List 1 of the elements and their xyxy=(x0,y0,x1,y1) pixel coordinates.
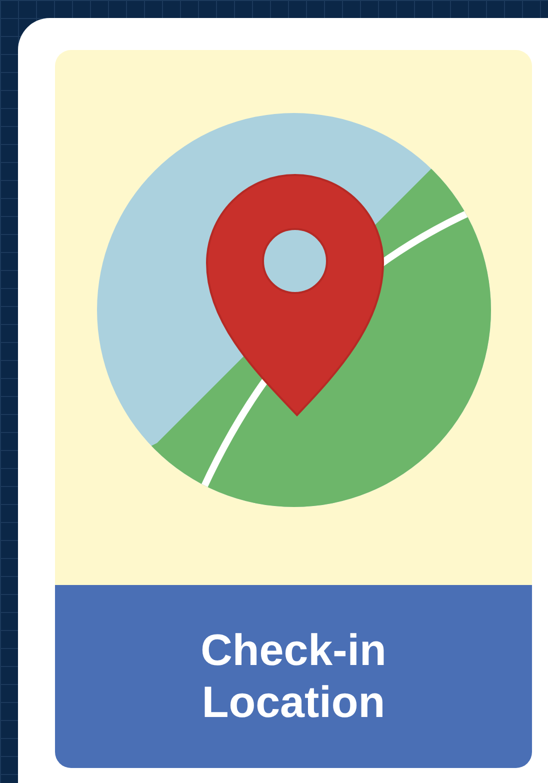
card-title: Check-in Location xyxy=(200,624,388,728)
